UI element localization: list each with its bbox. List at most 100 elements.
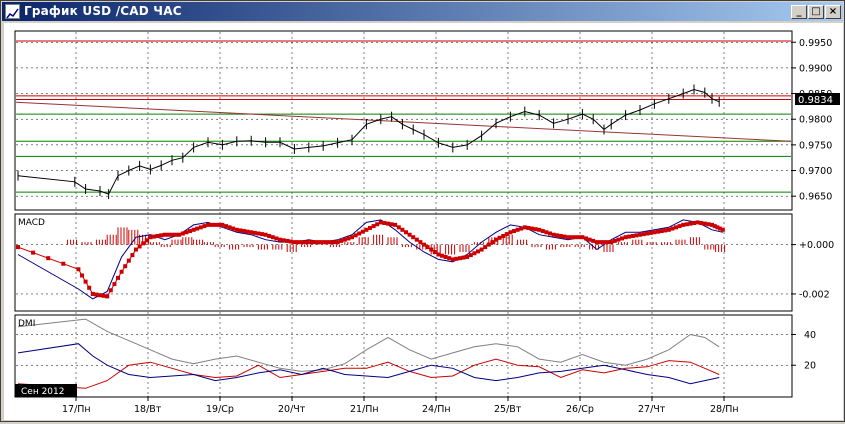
time-tick-label: 19/Ср — [206, 404, 234, 415]
signal-dot — [227, 225, 232, 230]
time-tick-label: 26/Ср — [566, 404, 594, 415]
signal-dot — [659, 229, 664, 234]
price-tick-label: 0.9900 — [799, 63, 832, 74]
signal-dot — [702, 221, 707, 226]
signal-dot — [101, 293, 106, 298]
signal-dot — [551, 232, 556, 237]
signal-dot — [393, 222, 398, 227]
signal-dot — [371, 224, 376, 229]
dmi-panel-frame — [14, 314, 793, 398]
maximize-button[interactable]: □ — [808, 5, 824, 19]
macd-tick-label: +0.000 — [799, 240, 834, 251]
signal-dot — [533, 227, 538, 232]
signal-dot — [519, 226, 524, 231]
signal-dot — [83, 279, 88, 284]
signal-dot — [368, 225, 372, 230]
signal-dot — [663, 228, 668, 233]
signal-dot — [76, 267, 81, 272]
signal-dot — [418, 240, 423, 245]
signal-dot — [209, 222, 214, 227]
signal-dot — [587, 237, 592, 242]
signal-dot — [432, 250, 437, 255]
signal-dot — [238, 228, 243, 233]
signal-dot — [108, 288, 113, 293]
signal-dot — [652, 230, 657, 235]
time-tick-label: 28/Пн — [710, 404, 739, 415]
signal-dot — [389, 222, 394, 227]
signal-dot — [123, 264, 128, 269]
signal-dot — [479, 247, 484, 252]
signal-dot — [609, 240, 614, 245]
signal-dot — [346, 236, 351, 241]
signal-dot — [641, 232, 646, 237]
signal-dot — [440, 253, 444, 258]
time-tick-label: 18/Вт — [134, 404, 162, 415]
signal-dot — [569, 235, 574, 240]
signal-dot — [288, 239, 293, 244]
signal-dot — [706, 222, 711, 227]
chart-window: График USD /CAD ЧАС _ □ × 0.9950 0.9900 0.… — [0, 0, 845, 422]
signal-dot — [692, 221, 696, 226]
signal-dot — [213, 222, 218, 227]
signal-dot — [202, 224, 207, 229]
signal-dot — [278, 237, 282, 242]
title-bar[interactable]: График USD /CAD ЧАС _ □ × — [2, 2, 843, 21]
signal-dot — [580, 235, 585, 240]
price-panel-frame — [14, 30, 793, 211]
signal-dot — [16, 245, 20, 250]
signal-dot — [360, 229, 365, 234]
signal-dot — [425, 245, 430, 250]
signal-dot — [638, 232, 642, 237]
signal-dot — [375, 222, 380, 227]
signal-dot — [681, 222, 686, 227]
chart-app-icon — [5, 4, 20, 19]
signal-dot — [411, 235, 416, 240]
signal-dot — [508, 230, 513, 235]
time-tick-label: 27/Чт — [638, 404, 666, 415]
signal-dot — [90, 291, 95, 296]
signal-dot — [699, 221, 704, 226]
signal-dot — [46, 256, 51, 261]
signal-dot — [152, 234, 156, 239]
signal-dot — [292, 240, 297, 245]
signal-dot — [378, 220, 383, 225]
signal-dot — [267, 233, 272, 238]
signal-dot — [198, 225, 203, 230]
close-button[interactable]: × — [825, 5, 841, 19]
minimize-button[interactable]: _ — [791, 5, 807, 19]
signal-dot — [677, 224, 682, 229]
signal-dot — [350, 235, 354, 240]
signal-dot — [602, 240, 606, 245]
signal-dot — [188, 229, 192, 234]
signal-dot — [166, 232, 171, 237]
time-tick-label: 17/Пн — [62, 404, 91, 415]
signal-dot — [144, 238, 149, 243]
signal-dot — [137, 244, 142, 249]
signal-dot — [648, 230, 653, 235]
signal-dot — [443, 254, 448, 259]
signal-dot — [591, 238, 596, 243]
signal-dot — [540, 229, 545, 234]
signal-dot — [461, 255, 466, 260]
signal-dot — [490, 240, 495, 245]
signal-dot — [548, 231, 552, 236]
signal-dot — [357, 231, 362, 236]
signal-dot — [612, 238, 617, 243]
signal-dot — [94, 292, 99, 297]
window-title: График USD /CAD ЧАС — [24, 4, 182, 18]
time-tick-label: 21/Пн — [350, 404, 379, 415]
signal-dot — [684, 222, 689, 227]
signal-dot — [224, 224, 228, 229]
signal-dot — [422, 242, 426, 247]
time-tick-label: 20/Чт — [278, 404, 306, 415]
signal-dot — [263, 232, 268, 237]
signal-dot — [306, 240, 311, 245]
signal-dot — [281, 238, 286, 243]
signal-dot — [61, 261, 66, 266]
signal-dot — [324, 240, 329, 245]
chart-area[interactable]: 0.99500.99000.98500.98000.97500.97000.96… — [4, 23, 843, 420]
signal-dot — [695, 220, 700, 225]
chart-canvas[interactable]: 0.99500.99000.98500.98000.97500.97000.96… — [4, 23, 843, 420]
signal-dot — [87, 285, 92, 290]
dmi-tick-label: 40 — [804, 330, 816, 341]
